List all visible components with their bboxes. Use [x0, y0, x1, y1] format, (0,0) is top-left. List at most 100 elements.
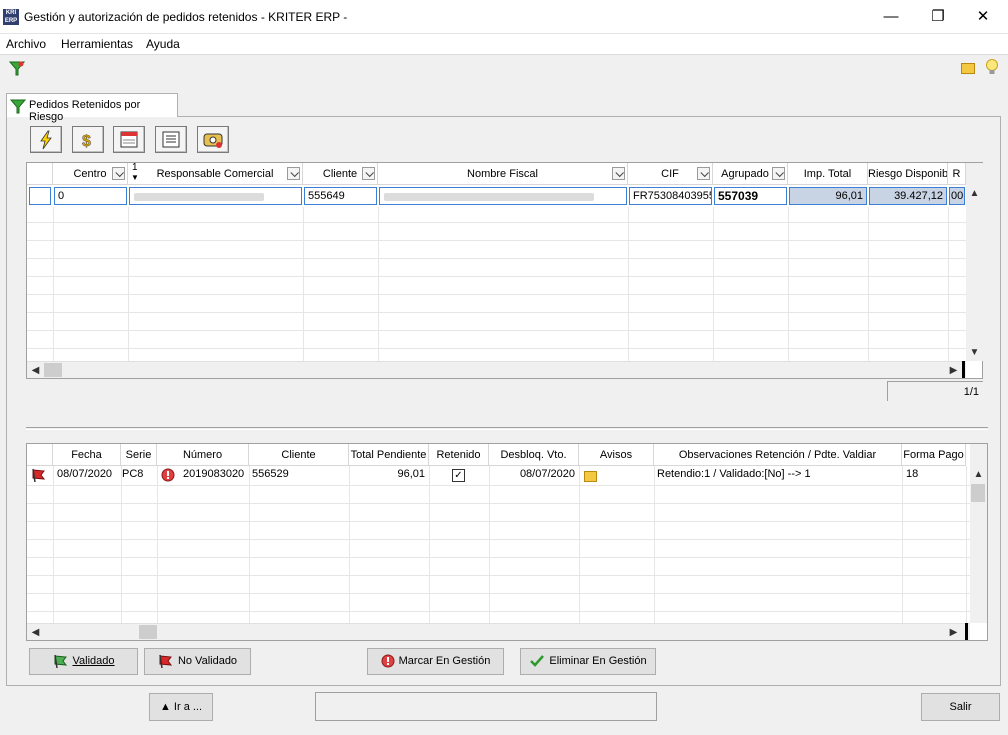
- maximize-button[interactable]: ❐: [926, 8, 950, 26]
- chevron-down-icon[interactable]: [362, 167, 375, 180]
- scroll-end-marker: [965, 623, 968, 640]
- cell-serie[interactable]: PC8: [119, 466, 157, 484]
- grid-line: [788, 207, 789, 361]
- row-selector[interactable]: [29, 187, 51, 205]
- no-validado-label: No Validado: [177, 655, 238, 667]
- money-button[interactable]: $: [72, 126, 104, 153]
- eliminar-en-gestion-button[interactable]: Eliminar En Gestión: [520, 648, 656, 675]
- warning-icon: [381, 654, 395, 668]
- col-header-total-pendiente[interactable]: Total Pendiente: [349, 444, 429, 466]
- scroll-down-icon[interactable]: ▼: [966, 344, 983, 361]
- col-header-cif[interactable]: CIF: [628, 163, 713, 185]
- close-button[interactable]: ✕: [971, 8, 995, 26]
- cell-observaciones[interactable]: Retendio:1 / Validado:[No] --> 1: [654, 466, 901, 484]
- green-flag-icon: [53, 654, 67, 669]
- col-header-avisos[interactable]: Avisos: [579, 444, 654, 466]
- calendar-icon: [120, 131, 138, 148]
- phone-button[interactable]: [197, 126, 229, 153]
- cell-imp-total[interactable]: 96,01: [789, 187, 867, 205]
- menu-archivo[interactable]: Archivo: [6, 37, 46, 51]
- chevron-down-icon[interactable]: [287, 167, 300, 180]
- cell-cliente[interactable]: 555649: [304, 187, 377, 205]
- scroll-up-icon[interactable]: ▲: [970, 466, 987, 483]
- marcar-en-gestion-button[interactable]: Marcar En Gestión: [367, 648, 504, 675]
- redacted-text: [384, 193, 594, 201]
- col-header-centro[interactable]: Centro: [53, 163, 128, 185]
- chevron-down-icon[interactable]: [772, 167, 785, 180]
- col-header-retenido[interactable]: Retenido: [429, 444, 489, 466]
- cell-fecha[interactable]: 08/07/2020: [54, 466, 121, 484]
- checkmark-icon: [530, 655, 545, 667]
- cell-nombre-fiscal[interactable]: [379, 187, 627, 205]
- cell-r[interactable]: 00: [949, 187, 965, 205]
- salir-button[interactable]: Salir: [921, 693, 1000, 721]
- chevron-down-icon[interactable]: [112, 167, 125, 180]
- grid-line: [27, 539, 971, 540]
- calendar-button[interactable]: [113, 126, 145, 153]
- validado-label: Validado: [72, 655, 115, 667]
- redacted-text: [134, 193, 264, 201]
- grid-line: [868, 207, 869, 361]
- scroll-up-icon[interactable]: ▲: [966, 185, 983, 202]
- splitter[interactable]: [26, 427, 988, 430]
- col-header-forma-pago[interactable]: Forma Pago: [902, 444, 966, 466]
- cell-numero[interactable]: 2019083020: [180, 466, 248, 484]
- message-icon[interactable]: [961, 62, 975, 74]
- scroll-right-icon[interactable]: ▶: [945, 362, 962, 379]
- cell-cif[interactable]: FR75308403955: [629, 187, 712, 205]
- grid-line: [378, 207, 379, 361]
- filter-icon[interactable]: [9, 60, 25, 76]
- col-header-fecha[interactable]: Fecha: [53, 444, 121, 466]
- vertical-scrollbar[interactable]: ▲: [970, 444, 987, 623]
- list-button[interactable]: [155, 126, 187, 153]
- cell-desbloq[interactable]: 08/07/2020: [490, 466, 578, 484]
- cell-agrupado[interactable]: 557039: [714, 187, 787, 205]
- cell-riesgo[interactable]: 39.427,12: [869, 187, 947, 205]
- vertical-scrollbar[interactable]: ▲ ▼: [966, 163, 983, 361]
- minimize-button[interactable]: —: [879, 8, 903, 26]
- col-header-desbloq[interactable]: Desbloq. Vto.: [489, 444, 579, 466]
- cell-forma-pago[interactable]: 18: [903, 466, 965, 484]
- grid-line: [429, 466, 430, 623]
- cell-cliente[interactable]: 556529: [249, 466, 348, 484]
- grid-line: [53, 466, 54, 623]
- col-header-r[interactable]: R: [948, 163, 966, 185]
- col-header-nombre-fiscal[interactable]: Nombre Fiscal: [378, 163, 628, 185]
- chevron-down-icon[interactable]: [697, 167, 710, 180]
- scroll-thumb[interactable]: [44, 363, 62, 377]
- col-header-cliente[interactable]: Cliente: [249, 444, 349, 466]
- validado-button[interactable]: Validado: [29, 648, 138, 675]
- cell-centro[interactable]: 0: [54, 187, 127, 205]
- horizontal-scrollbar[interactable]: ◀ ▶: [27, 361, 966, 378]
- col-header-cliente[interactable]: Cliente: [303, 163, 378, 185]
- menu-ayuda[interactable]: Ayuda: [146, 37, 180, 51]
- col-header-agrupado[interactable]: Agrupado: [713, 163, 788, 185]
- phone-icon: [203, 133, 223, 148]
- scroll-left-icon[interactable]: ◀: [27, 362, 44, 379]
- scroll-thumb[interactable]: [971, 484, 985, 502]
- cell-responsable[interactable]: [129, 187, 302, 205]
- col-header-numero[interactable]: Número: [157, 444, 249, 466]
- tab-pedidos-retenidos[interactable]: Pedidos Retenidos por Riesgo: [6, 93, 178, 123]
- scroll-left-icon[interactable]: ◀: [27, 624, 44, 641]
- message-icon[interactable]: [584, 471, 597, 482]
- scroll-right-icon[interactable]: ▶: [945, 624, 962, 641]
- lightning-button[interactable]: [30, 126, 62, 153]
- col-header-observaciones[interactable]: Observaciones Retención / Pdte. Valdiar: [654, 444, 902, 466]
- col-header-riesgo[interactable]: Riesgo Disponible: [868, 163, 948, 185]
- ir-a-button[interactable]: ▲ Ir a ...: [149, 693, 213, 721]
- no-validado-button[interactable]: No Validado: [144, 648, 251, 675]
- grid-line: [27, 485, 971, 486]
- scroll-thumb[interactable]: [139, 625, 157, 639]
- col-header-responsable[interactable]: 1 ▼ Responsable Comercial: [128, 163, 303, 185]
- retenido-checkbox[interactable]: ✓: [452, 469, 465, 482]
- col-header-imp-total[interactable]: Imp. Total: [788, 163, 868, 185]
- cell-total-pendiente[interactable]: 96,01: [350, 466, 428, 484]
- grid-line: [157, 466, 158, 623]
- window-title: Gestión y autorización de pedidos reteni…: [24, 10, 348, 24]
- col-header-serie[interactable]: Serie: [121, 444, 157, 466]
- lightbulb-icon[interactable]: [985, 59, 999, 77]
- horizontal-scrollbar[interactable]: ◀ ▶: [27, 623, 970, 640]
- chevron-down-icon[interactable]: [612, 167, 625, 180]
- menu-herramientas[interactable]: Herramientas: [61, 37, 133, 51]
